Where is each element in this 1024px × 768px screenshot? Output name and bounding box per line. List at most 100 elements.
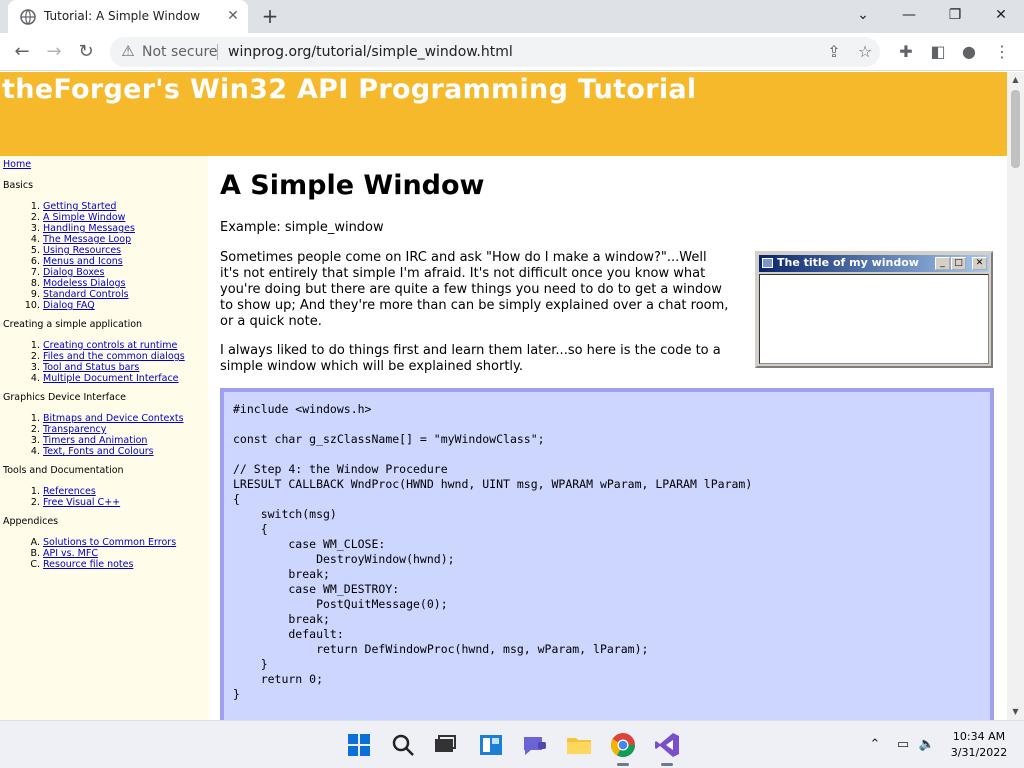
task-view-icon[interactable] — [430, 730, 460, 760]
sidebar-link[interactable]: Files and the common dialogs — [43, 351, 185, 362]
new-tab-button[interactable]: + — [258, 5, 282, 29]
sidebar-navigation: Home Basics 1. Getting Started 2. A Simple W… — [0, 156, 208, 720]
sidebar-item: 3. Handling Messages — [0, 223, 205, 234]
sidebar-item-number: 3. — [30, 223, 40, 234]
sidebar-item-number: A. — [30, 537, 40, 548]
url-text[interactable]: winprog.org/tutorial/simple_window.html — [228, 44, 513, 60]
back-button[interactable]: ← — [9, 39, 35, 65]
sidebar-item: 2. A Simple Window — [0, 212, 205, 223]
app-icon — [762, 258, 773, 268]
side-panel-icon[interactable]: ◧ — [927, 41, 949, 63]
forward-button[interactable]: → — [41, 39, 67, 65]
clock-date: 3/31/2022 — [950, 746, 1008, 759]
sidebar-link[interactable]: Timers and Animation — [43, 435, 147, 446]
sidebar-item: 4. The Message Loop — [0, 234, 205, 245]
sidebar-link[interactable]: Standard Controls — [43, 289, 129, 300]
sidebar-link[interactable]: Menus and Icons — [43, 256, 123, 267]
reload-button[interactable]: ↻ — [73, 39, 99, 65]
sidebar-item-number: 9. — [30, 289, 40, 300]
sidebar-item: C. Resource file notes — [0, 559, 205, 570]
sample-window-caption: The title of my window _ □ ✕ — [759, 255, 989, 272]
visual-studio-icon[interactable] — [652, 730, 682, 766]
search-icon[interactable] — [388, 730, 418, 760]
sidebar-link[interactable]: Multiple Document Interface — [43, 373, 179, 384]
sidebar-link[interactable]: Text, Fonts and Colours — [43, 446, 154, 457]
sidebar-section-title: Appendices — [3, 516, 59, 527]
paragraph-line: or a quick note. — [220, 314, 322, 329]
sidebar-item: 2. Free Visual C++ — [0, 497, 205, 508]
address-bar[interactable]: ⚠ Not secure winprog.org/tutorial/simple… — [110, 37, 880, 67]
globe-icon — [20, 9, 36, 25]
address-divider — [217, 44, 218, 60]
sidebar-link[interactable]: A Simple Window — [43, 212, 125, 223]
maximize-button[interactable]: ❐ — [932, 0, 978, 33]
warning-icon[interactable]: ⚠ — [118, 42, 138, 62]
volume-icon[interactable]: 🔈 — [918, 736, 936, 754]
sidebar-link[interactable]: Getting Started — [43, 201, 116, 212]
widgets-icon[interactable] — [476, 730, 506, 760]
sidebar-link[interactable]: Tool and Status bars — [43, 362, 139, 373]
code-block: #include <windows.h> const char g_szClas… — [220, 388, 994, 720]
sidebar-link[interactable]: Creating controls at runtime — [43, 340, 177, 351]
main-content: A Simple Window Example: simple_window S… — [208, 156, 1007, 720]
sidebar-section-title: Tools and Documentation — [3, 465, 124, 476]
browser-tab-strip: Tutorial: A Simple Window ✕ + ⌄ — ❐ ✕ — [0, 0, 1024, 33]
sidebar-item: 6. Menus and Icons — [0, 256, 205, 267]
sidebar-item-number: 4. — [30, 373, 40, 384]
sidebar-item: 2. Files and the common dialogs — [0, 351, 205, 362]
sidebar-link[interactable]: Modeless Dialogs — [43, 278, 126, 289]
file-explorer-icon[interactable] — [564, 730, 594, 760]
scroll-thumb[interactable] — [1011, 90, 1020, 168]
sidebar-item-number: 4. — [30, 446, 40, 457]
sidebar-link[interactable]: Solutions to Common Errors — [43, 537, 176, 548]
web-page: theForger's Win32 API Programming Tutori… — [0, 72, 1007, 720]
sidebar-section-title: Basics — [3, 180, 34, 191]
bookmark-star-icon[interactable]: ☆ — [854, 41, 876, 63]
sidebar-link[interactable]: Handling Messages — [43, 223, 135, 234]
page-scrollbar[interactable]: ▲ ▼ — [1007, 72, 1024, 720]
sidebar-link[interactable]: Dialog Boxes — [43, 267, 104, 278]
chevron-up-icon[interactable]: ⌃ — [866, 736, 884, 754]
menu-kebab-icon[interactable]: ⋮ — [991, 41, 1013, 63]
site-title: theForger's Win32 API Programming Tutori… — [2, 74, 697, 105]
browser-tab[interactable]: Tutorial: A Simple Window ✕ — [8, 0, 248, 33]
sidebar-link[interactable]: References — [43, 486, 96, 497]
scroll-up-icon[interactable]: ▲ — [1007, 72, 1024, 88]
sidebar-section-title: Graphics Device Interface — [3, 392, 127, 403]
site-banner: theForger's Win32 API Programming Tutori… — [0, 72, 1007, 156]
minimize-button[interactable]: — — [886, 0, 932, 33]
home-link[interactable]: Home — [3, 159, 31, 170]
sidebar-item-number: 2. — [30, 212, 40, 223]
sidebar-item-number: 7. — [30, 267, 40, 278]
windows-start-icon[interactable] — [344, 730, 374, 760]
profile-avatar-icon[interactable]: ● — [958, 41, 980, 63]
sidebar-item: 7. Dialog Boxes — [0, 267, 205, 278]
share-icon[interactable]: ⇪ — [823, 41, 845, 63]
sidebar-link[interactable]: Using Resources — [43, 245, 121, 256]
sidebar-link[interactable]: API vs. MFC — [43, 548, 98, 559]
close-tab-icon[interactable]: ✕ — [224, 7, 242, 25]
code-text[interactable]: #include <windows.h> const char g_szClas… — [233, 402, 752, 702]
tab-search-icon[interactable]: ⌄ — [840, 0, 886, 33]
sidebar-link[interactable]: Bitmaps and Device Contexts — [43, 413, 184, 424]
sidebar-item: 3. Tool and Status bars — [0, 362, 205, 373]
minimize-icon: _ — [935, 257, 950, 270]
sidebar-item-number: 1. — [30, 340, 40, 351]
sidebar-link[interactable]: Resource file notes — [43, 559, 133, 570]
system-clock[interactable]: 10:34 AM 3/31/2022 — [936, 729, 1022, 761]
extensions-icon[interactable]: ✚ — [895, 41, 917, 63]
sidebar-link[interactable]: Transparency — [43, 424, 106, 435]
sidebar-link[interactable]: Free Visual C++ — [43, 497, 120, 508]
teams-chat-icon[interactable] — [520, 730, 550, 760]
close-window-button[interactable]: ✕ — [978, 0, 1024, 33]
sidebar-item: 8. Modeless Dialogs — [0, 278, 205, 289]
sidebar-item-number: 5. — [30, 245, 40, 256]
chrome-icon[interactable] — [608, 730, 638, 766]
example-line: Example: simple_window — [220, 220, 384, 235]
scroll-down-icon[interactable]: ▼ — [1007, 704, 1024, 720]
sample-window-image: The title of my window _ □ ✕ — [755, 251, 993, 368]
security-label[interactable]: Not secure — [142, 44, 218, 60]
sidebar-link[interactable]: Dialog FAQ — [43, 300, 95, 311]
network-icon[interactable]: ▭ — [894, 736, 912, 754]
sidebar-link[interactable]: The Message Loop — [43, 234, 131, 245]
